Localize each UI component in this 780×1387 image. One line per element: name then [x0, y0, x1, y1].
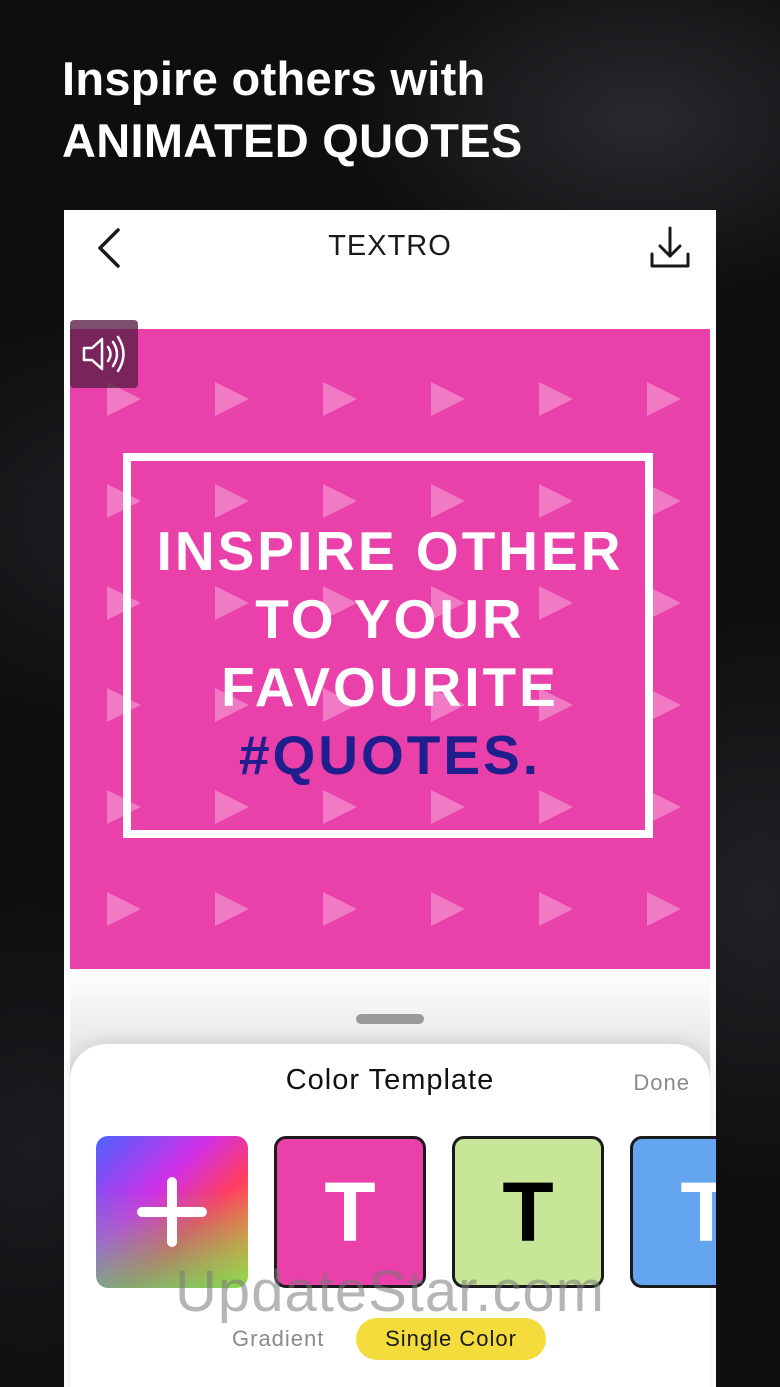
pattern-triangle	[431, 382, 465, 416]
pattern-triangle	[323, 382, 357, 416]
pattern-triangle	[539, 382, 573, 416]
pattern-triangle	[107, 892, 141, 926]
app-screen: TEXTRO INSPIRE OTHER TO YOUR FAVOURITE #…	[64, 210, 716, 1387]
watermark: UpdateStar.com	[175, 1259, 605, 1324]
quote-line-2: TO YOUR	[255, 588, 525, 650]
tab-single-color[interactable]: Single Color	[356, 1318, 546, 1360]
quote-line-1: INSPIRE OTHER	[156, 520, 624, 582]
top-bar: TEXTRO	[64, 210, 716, 290]
promo-line-1: Inspire others with	[62, 52, 486, 105]
speaker-icon	[82, 335, 125, 373]
done-button[interactable]: Done	[633, 1070, 690, 1096]
quote-accent: #QUOTES.	[238, 724, 542, 786]
promo-line-2: ANIMATED QUOTES	[62, 114, 523, 167]
pattern-triangle	[215, 892, 249, 926]
plus-icon	[137, 1177, 207, 1247]
template-letter: T	[324, 1164, 376, 1259]
quote-preview-canvas[interactable]: INSPIRE OTHER TO YOUR FAVOURITE #QUOTES.	[70, 329, 710, 969]
panel-title: Color Template	[285, 1064, 495, 1096]
sound-toggle-button[interactable]	[70, 320, 138, 388]
pattern-triangle	[647, 382, 681, 416]
promo-headline: Inspire others with ANIMATED QUOTES	[62, 48, 523, 172]
download-icon	[650, 226, 690, 268]
tab-gradient[interactable]: Gradient	[232, 1326, 324, 1352]
pattern-triangle	[647, 892, 681, 926]
quote-line-3: FAVOURITE	[221, 656, 559, 718]
template-letter: T	[502, 1164, 554, 1259]
pattern-triangle	[323, 892, 357, 926]
template-letter: T	[680, 1164, 716, 1259]
quote-text[interactable]: INSPIRE OTHER TO YOUR FAVOURITE #QUOTES.	[70, 517, 710, 789]
download-button[interactable]	[648, 224, 692, 272]
pattern-triangle	[431, 892, 465, 926]
color-template-panel: Color Template Done T T T UpdateStar.com…	[70, 1044, 716, 1387]
app-title: TEXTRO	[328, 230, 452, 262]
pattern-triangle	[215, 382, 249, 416]
pattern-triangle	[539, 892, 573, 926]
drag-handle[interactable]	[356, 1014, 424, 1024]
